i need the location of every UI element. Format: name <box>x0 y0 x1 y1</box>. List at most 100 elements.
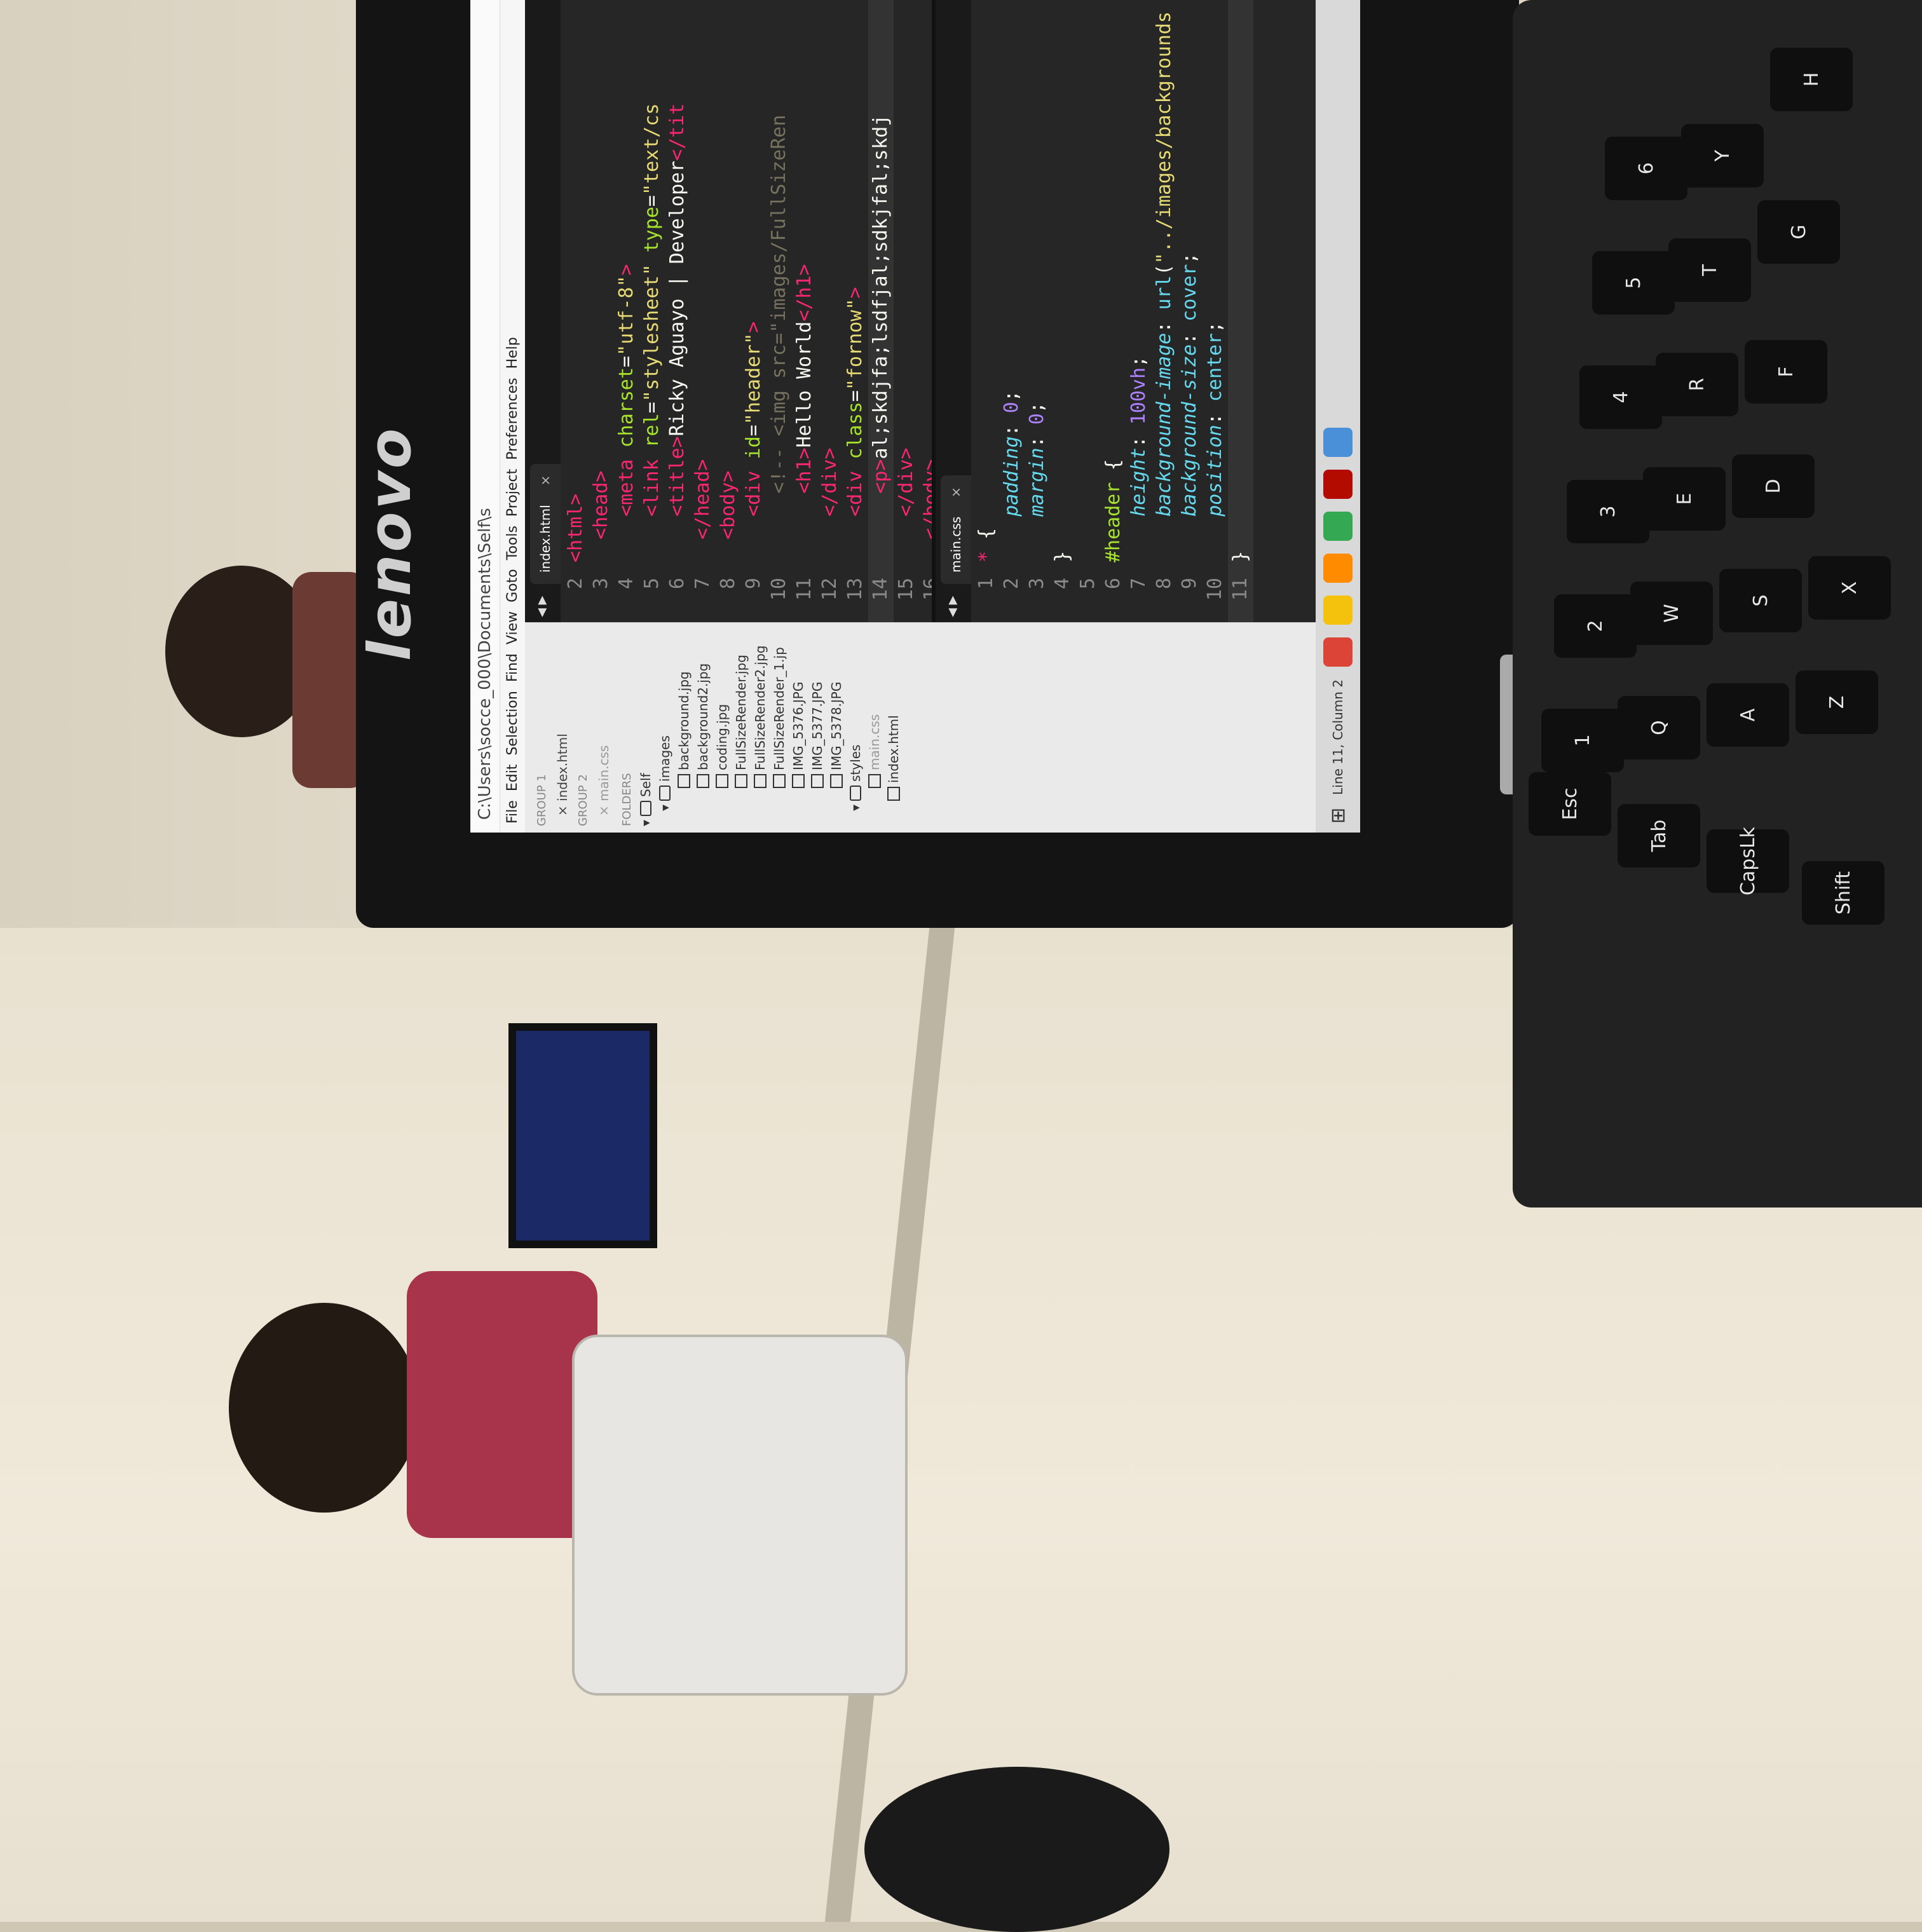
tab-bar: ◀ ▶ index.html × <box>525 0 561 622</box>
code-html[interactable]: 2 <html> 3 <head> 4 <meta charset = "utf-8"… <box>561 0 936 622</box>
group-1-label: GROUP 1 <box>535 774 549 826</box>
tab-nav-arrows[interactable]: ◀ ▶ <box>946 596 959 617</box>
tab-main-css[interactable]: main.css × <box>941 475 971 584</box>
sublime-text-icon[interactable] <box>1323 553 1353 583</box>
file-img-5378[interactable]: IMG_5378.JPG <box>827 623 846 833</box>
folder-images[interactable]: ▾ images <box>655 623 674 833</box>
key-e[interactable]: E <box>1643 467 1726 531</box>
menu-project[interactable]: Project <box>500 469 526 517</box>
line-number: 9 <box>1178 578 1201 590</box>
menu-file[interactable]: File <box>500 800 526 824</box>
key-r[interactable]: R <box>1656 353 1738 416</box>
sublime-window: C:\Users\socce_000\Documents\Self\s File… <box>470 0 1360 833</box>
file-background-jpg[interactable]: background.jpg <box>674 623 693 833</box>
line-number: 10 <box>768 578 790 601</box>
file-icon <box>868 774 881 788</box>
file-img-5376[interactable]: IMG_5376.JPG <box>789 623 808 833</box>
key-t[interactable]: T <box>1668 238 1751 302</box>
key-tab[interactable]: Tab <box>1618 804 1700 867</box>
file-label: FullSizeRender.jpg <box>733 655 749 770</box>
line-number: 5 <box>1077 578 1099 590</box>
menu-tools[interactable]: Tools <box>500 526 526 560</box>
code-css[interactable]: 1 * { 2 padding: 0; 3 margin: 0; 4} 5 6 #h… <box>971 0 1253 622</box>
open-file-index[interactable]: × index.html <box>552 623 573 833</box>
key-4[interactable]: 4 <box>1579 365 1662 429</box>
key-6[interactable]: 6 <box>1605 137 1687 200</box>
key-s[interactable]: S <box>1719 569 1802 632</box>
key-1[interactable]: 1 <box>1541 709 1624 772</box>
open-file-main-css[interactable]: × main.css <box>594 623 614 833</box>
file-icon <box>887 787 900 801</box>
menu-view[interactable]: View <box>500 611 526 644</box>
open-file-index-label: index.html <box>555 733 570 801</box>
line-number: 14 <box>869 578 892 601</box>
line-number: 2 <box>564 578 587 590</box>
paint-icon[interactable] <box>1323 427 1353 457</box>
tab-nav-arrows[interactable]: ◀ ▶ <box>535 596 549 617</box>
file-coding-jpg[interactable]: coding.jpg <box>712 623 732 833</box>
line-number: 4 <box>1051 578 1073 590</box>
file-img-5377[interactable]: IMG_5377.JPG <box>808 623 827 833</box>
file-label: main.css <box>867 714 882 770</box>
image-file-icon <box>811 774 824 788</box>
folder-styles[interactable]: ▾ styles <box>846 623 865 833</box>
key-x[interactable]: X <box>1808 556 1891 620</box>
close-icon[interactable]: × <box>948 487 964 498</box>
line-number: 15 <box>895 578 917 601</box>
image-file-icon <box>697 774 709 788</box>
menu-selection[interactable]: Selection <box>500 691 526 755</box>
file-index-html[interactable]: index.html <box>884 623 903 833</box>
status-bar: ⊞ Line 11, Column 2 <box>1316 0 1360 833</box>
line-number: 13 <box>844 578 866 601</box>
file-fullsizerender-jpg[interactable]: FullSizeRender.jpg <box>732 623 751 833</box>
image-file-icon <box>792 774 805 788</box>
line-number: 16 <box>920 578 936 601</box>
key-y[interactable]: Y <box>1681 124 1764 187</box>
key-shift[interactable]: Shift <box>1802 861 1885 925</box>
store-icon[interactable] <box>1323 511 1353 541</box>
status-position: Line 11, Column 2 <box>1330 679 1346 795</box>
folder-self[interactable]: ▾ Self <box>636 623 655 833</box>
key-g[interactable]: G <box>1757 200 1840 264</box>
key-z[interactable]: Z <box>1796 670 1878 734</box>
file-fullsizerender2-jpg[interactable]: FullSizeRender2.jpg <box>751 623 770 833</box>
line-number: 4 <box>615 578 637 590</box>
group-2-label: GROUP 2 <box>576 774 590 826</box>
menu-goto[interactable]: Goto <box>500 569 526 602</box>
folder-icon <box>659 785 671 801</box>
menu-find[interactable]: Find <box>500 653 526 682</box>
acrobat-icon[interactable] <box>1323 469 1353 499</box>
line-number: 8 <box>1153 578 1175 590</box>
editor-pane-css[interactable]: ◀ ▶ main.css × 1 * { 2 padding: 0; 3 margi… <box>936 0 1316 622</box>
key-d[interactable]: D <box>1732 454 1815 518</box>
menu-preferences[interactable]: Preferences <box>500 378 526 459</box>
editor-area: ◀ ▶ index.html × 2 <html> 3 <head> 4 <meta… <box>525 0 1316 622</box>
line-number: 9 <box>742 578 765 590</box>
file-main-css[interactable]: main.css <box>865 623 884 833</box>
line-number: 11 <box>1229 578 1251 601</box>
key-h[interactable]: H <box>1770 48 1853 111</box>
key-3[interactable]: 3 <box>1567 480 1649 543</box>
line-number: 7 <box>1128 578 1150 590</box>
close-icon[interactable]: × <box>538 475 553 486</box>
key-2[interactable]: 2 <box>1554 594 1637 658</box>
key-5[interactable]: 5 <box>1592 251 1675 315</box>
key-capslock[interactable]: CapsLk <box>1707 827 1789 895</box>
tab-label: main.css <box>948 516 964 573</box>
file-explorer-icon[interactable] <box>1323 595 1353 625</box>
tab-index-html[interactable]: index.html × <box>530 463 561 584</box>
key-f[interactable]: F <box>1745 340 1827 404</box>
key-a[interactable]: A <box>1707 683 1789 747</box>
key-q[interactable]: Q <box>1618 696 1700 759</box>
file-background2-jpg[interactable]: background2.jpg <box>693 623 712 833</box>
file-fullsizerender-1[interactable]: FullSizeRender_1.jp <box>770 623 789 833</box>
chrome-icon[interactable] <box>1323 637 1353 667</box>
windows-start-icon[interactable]: ⊞ <box>1327 808 1349 824</box>
editor-pane-html[interactable]: ◀ ▶ index.html × 2 <html> 3 <head> 4 <meta… <box>525 0 936 622</box>
menu-edit[interactable]: Edit <box>500 765 526 792</box>
key-esc[interactable]: Esc <box>1529 772 1611 836</box>
folder-self-label: Self <box>638 773 653 797</box>
menu-help[interactable]: Help <box>500 337 526 369</box>
line-number: 6 <box>666 578 688 590</box>
key-w[interactable]: W <box>1630 582 1713 645</box>
